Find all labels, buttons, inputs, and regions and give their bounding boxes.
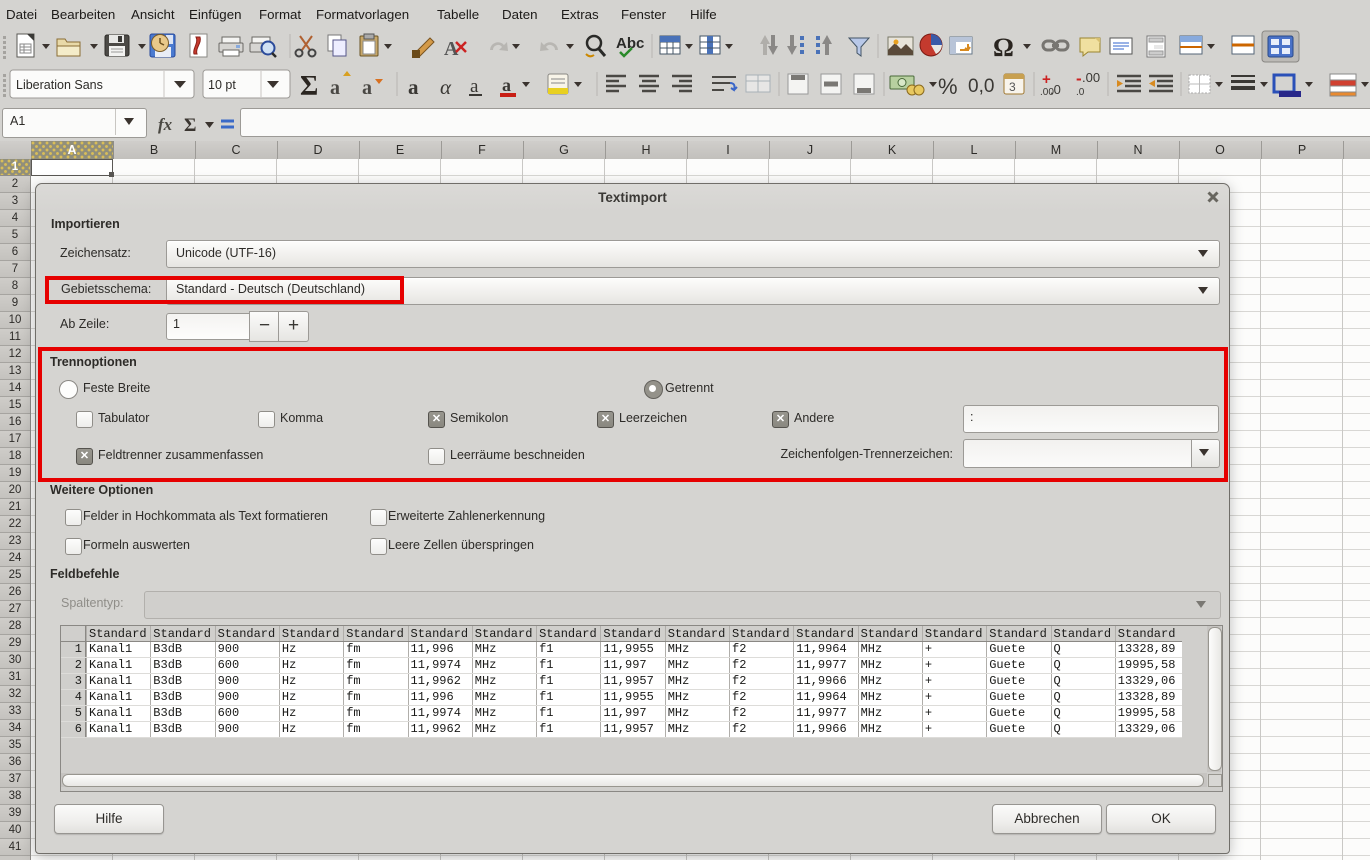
svg-text:.00: .00 [1040,87,1054,98]
svg-text:α: α [440,75,452,99]
svg-text:Σ: Σ [300,71,318,102]
svg-text:a: a [408,75,419,99]
svg-text:a: a [470,76,479,97]
svg-text:fx: fx [158,115,173,134]
svg-text:.00: .00 [1082,70,1100,85]
svg-text:10 pt: 10 pt [208,78,236,92]
svg-text:0,0: 0,0 [968,76,994,97]
svg-text:Liberation Sans: Liberation Sans [16,78,103,92]
svg-text:.0: .0 [1076,87,1085,98]
svg-text:a: a [362,77,372,99]
svg-text:Σ: Σ [184,115,196,136]
svg-text:a: a [330,77,340,99]
svg-text:Ω: Ω [993,33,1014,62]
svg-text:%: % [938,74,958,99]
svg-text:a: a [502,75,511,95]
svg-text:-: - [1076,69,1082,88]
svg-text:3: 3 [1009,80,1016,94]
